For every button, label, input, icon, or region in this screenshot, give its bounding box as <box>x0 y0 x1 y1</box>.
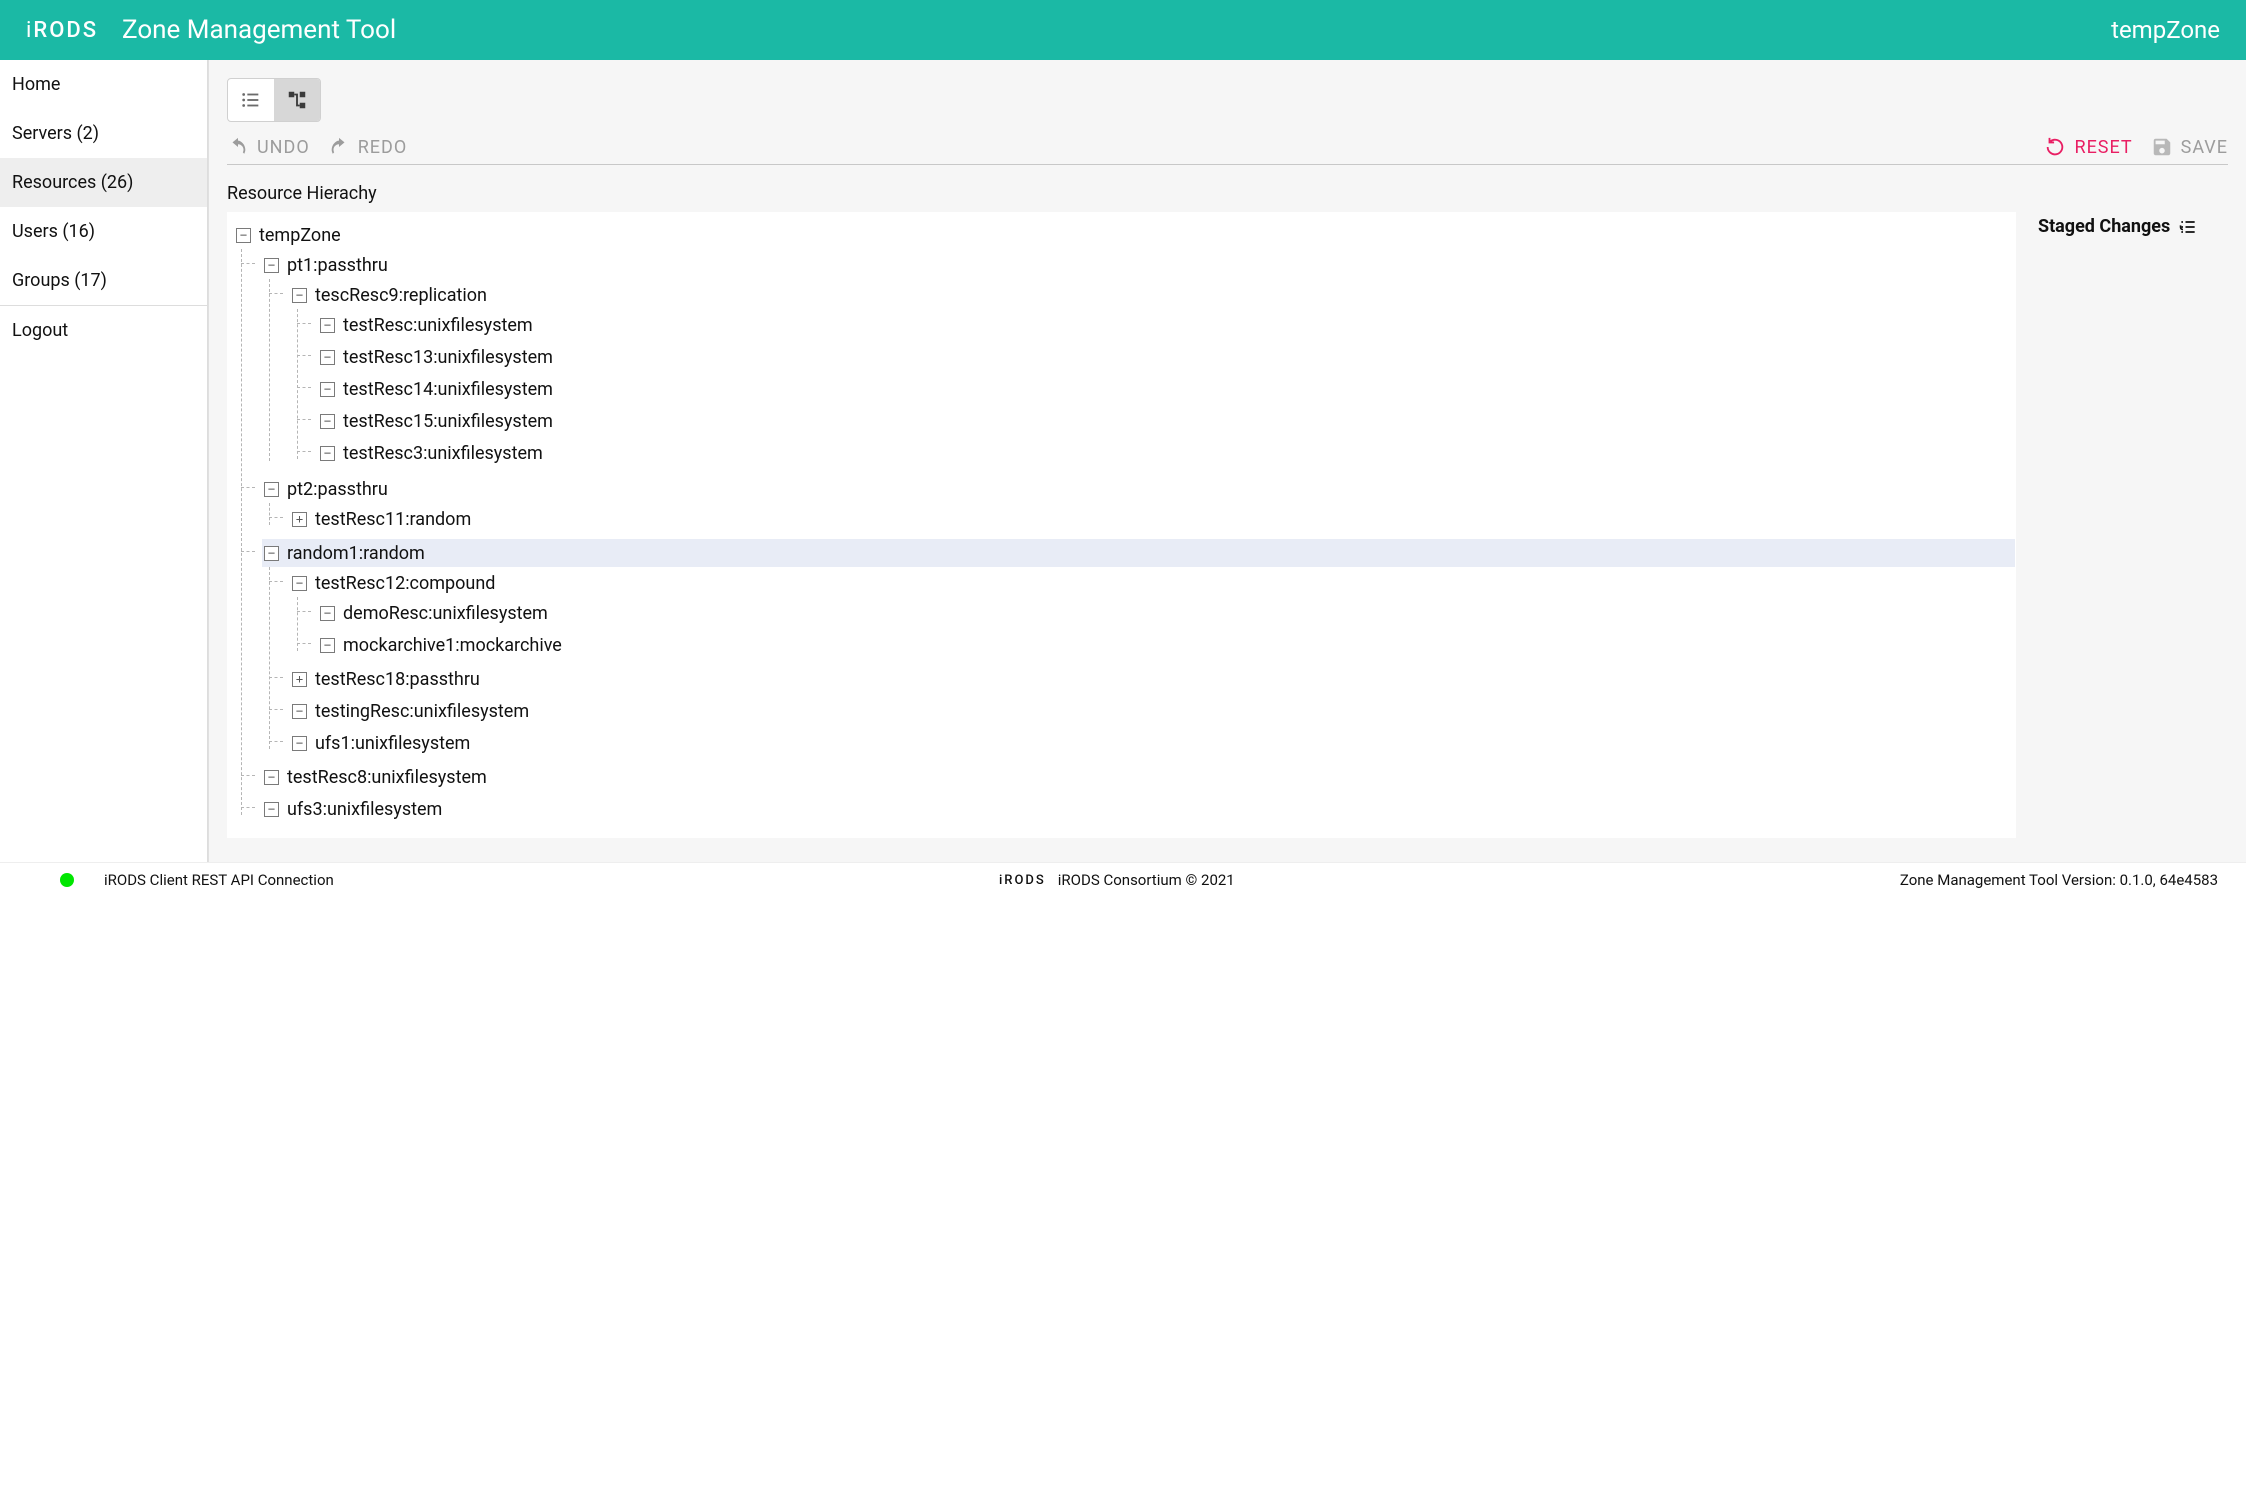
resource-tree-panel: −tempZone −pt1:passthru −tescResc9:repli… <box>227 212 2016 838</box>
sidebar-item-servers[interactable]: Servers (2) <box>0 109 207 158</box>
leaf-icon[interactable]: − <box>292 704 307 719</box>
priority-list-icon <box>2178 217 2198 237</box>
resource-tree: −tempZone −pt1:passthru −tescResc9:repli… <box>228 213 2015 837</box>
save-icon <box>2151 136 2173 158</box>
footer-right: Zone Management Tool Version: 0.1.0, 64e… <box>1900 871 2218 889</box>
undo-button[interactable]: UNDO <box>227 136 310 158</box>
main-content: UNDO REDO RESET SAVE Resource Hierachy <box>208 60 2246 862</box>
expand-icon[interactable]: + <box>292 672 307 687</box>
tree-node-testResc[interactable]: −testResc:unixfilesystem <box>318 311 2015 339</box>
sidebar-item-logout[interactable]: Logout <box>0 306 207 355</box>
tree-node-testResc18[interactable]: +testResc18:passthru <box>290 665 2015 693</box>
leaf-icon[interactable]: − <box>320 606 335 621</box>
collapse-icon[interactable]: − <box>236 228 251 243</box>
footer-center: iRODS iRODS Consortium © 2021 <box>999 871 1235 889</box>
section-title: Resource Hierachy <box>227 183 2228 204</box>
footer-logo: iRODS <box>999 873 1046 888</box>
tree-node-testResc3[interactable]: −testResc3:unixfilesystem <box>318 439 2015 467</box>
connection-status-dot <box>60 873 74 887</box>
sidebar-item-users[interactable]: Users (16) <box>0 207 207 256</box>
leaf-icon[interactable]: − <box>320 638 335 653</box>
staged-changes-panel: Staged Changes <box>2038 212 2228 237</box>
collapse-icon[interactable]: − <box>264 482 279 497</box>
tree-node-tescResc9[interactable]: −tescResc9:replication <box>290 281 2015 309</box>
tree-node-testResc15[interactable]: −testResc15:unixfilesystem <box>318 407 2015 435</box>
tree-node-testResc14[interactable]: −testResc14:unixfilesystem <box>318 375 2015 403</box>
collapse-icon[interactable]: − <box>264 546 279 561</box>
header-left: iRODS Zone Management Tool <box>26 15 396 45</box>
leaf-icon[interactable]: − <box>264 802 279 817</box>
leaf-icon[interactable]: − <box>320 350 335 365</box>
sidebar-item-home[interactable]: Home <box>0 60 207 109</box>
collapse-icon[interactable]: − <box>264 258 279 273</box>
toolbar: UNDO REDO RESET SAVE <box>227 136 2228 165</box>
leaf-icon[interactable]: − <box>292 736 307 751</box>
reset-icon <box>2044 136 2066 158</box>
tree-node-root[interactable]: −tempZone <box>234 221 2015 249</box>
expand-icon[interactable]: + <box>292 512 307 527</box>
leaf-icon[interactable]: − <box>320 446 335 461</box>
tree-node-random1[interactable]: −random1:random <box>262 539 2015 567</box>
leaf-icon[interactable]: − <box>264 770 279 785</box>
brand-logo: iRODS <box>26 18 98 43</box>
tree-node-ufs1[interactable]: −ufs1:unixfilesystem <box>290 729 2015 757</box>
sidebar-item-resources[interactable]: Resources (26) <box>0 158 207 207</box>
staged-changes-header: Staged Changes <box>2038 216 2228 237</box>
tree-node-testResc8[interactable]: −testResc8:unixfilesystem <box>262 763 2015 791</box>
tree-node-demoResc[interactable]: −demoResc:unixfilesystem <box>318 599 2015 627</box>
footer-consortium: iRODS Consortium © 2021 <box>1058 871 1235 889</box>
tree-node-pt1[interactable]: −pt1:passthru <box>262 251 2015 279</box>
sidebar: Home Servers (2) Resources (26) Users (1… <box>0 60 208 862</box>
app-title: Zone Management Tool <box>122 15 396 45</box>
redo-button[interactable]: REDO <box>328 136 408 158</box>
leaf-icon[interactable]: − <box>320 382 335 397</box>
leaf-icon[interactable]: − <box>320 414 335 429</box>
toolbar-left: UNDO REDO <box>227 136 407 158</box>
view-toggle <box>227 78 321 122</box>
undo-icon <box>227 136 249 158</box>
connection-status-text: iRODS Client REST API Connection <box>104 871 334 889</box>
footer-left: iRODS Client REST API Connection <box>60 871 334 889</box>
leaf-icon[interactable]: − <box>320 318 335 333</box>
reset-button[interactable]: RESET <box>2044 136 2132 158</box>
footer-version: Zone Management Tool Version: 0.1.0, 64e… <box>1900 871 2218 889</box>
list-view-button[interactable] <box>228 79 274 121</box>
collapse-icon[interactable]: − <box>292 576 307 591</box>
tree-node-testResc11[interactable]: +testResc11:random <box>290 505 2015 533</box>
tree-node-testResc12[interactable]: −testResc12:compound <box>290 569 2015 597</box>
list-icon <box>240 89 262 111</box>
tree-view-button[interactable] <box>274 79 320 121</box>
app-header: iRODS Zone Management Tool tempZone <box>0 0 2246 60</box>
save-button[interactable]: SAVE <box>2151 136 2228 158</box>
tree-node-pt2[interactable]: −pt2:passthru <box>262 475 2015 503</box>
tree-node-testResc13[interactable]: −testResc13:unixfilesystem <box>318 343 2015 371</box>
redo-icon <box>328 136 350 158</box>
tree-node-testingResc[interactable]: −testingResc:unixfilesystem <box>290 697 2015 725</box>
tree-node-ufs3[interactable]: −ufs3:unixfilesystem <box>262 795 2015 823</box>
tree-node-mockarchive1[interactable]: −mockarchive1:mockarchive <box>318 631 2015 659</box>
toolbar-right: RESET SAVE <box>2044 136 2228 158</box>
footer: iRODS Client REST API Connection iRODS i… <box>0 862 2246 899</box>
tree-icon <box>286 89 308 111</box>
sidebar-item-groups[interactable]: Groups (17) <box>0 256 207 305</box>
zone-name: tempZone <box>2111 16 2220 44</box>
collapse-icon[interactable]: − <box>292 288 307 303</box>
